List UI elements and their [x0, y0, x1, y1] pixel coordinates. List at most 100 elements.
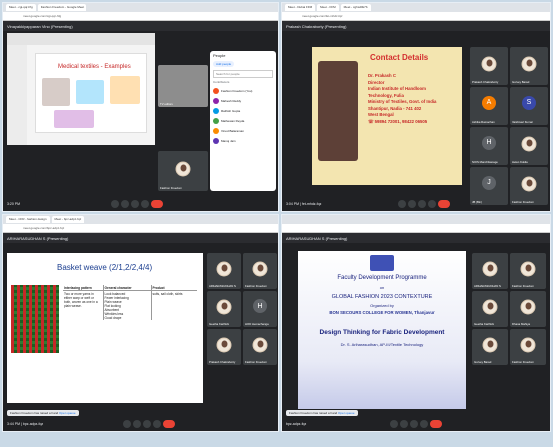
meeting-code: bpz-adpz-fqz [22, 422, 44, 426]
participant-tile[interactable]: Fashion Freedom [243, 329, 277, 365]
browser-tab[interactable]: Meet - bpz-adpz-fqz [51, 216, 85, 223]
present-button[interactable] [417, 200, 426, 208]
open-queue-link[interactable]: Open queue [338, 411, 355, 415]
address-bar[interactable]: meet.google.com/fet-mhdz-fqz [282, 12, 550, 21]
people-panel-title: People [213, 53, 226, 58]
avatar [213, 88, 219, 94]
people-list-item[interactable]: Rathish Gupta [210, 106, 276, 116]
camera-button[interactable] [121, 200, 130, 208]
participant-tile[interactable]: Fashion Freedom [510, 167, 548, 205]
people-list-item[interactable]: Mathewan Reyda [210, 116, 276, 126]
mic-button[interactable] [397, 200, 406, 208]
participant-tile[interactable]: A Ashika Ramachan [470, 87, 508, 125]
participant-avatar: J [482, 175, 496, 190]
browser-tab[interactable]: Meet - cgi-qqr-hfg [6, 4, 36, 11]
mic-button[interactable] [122, 420, 131, 428]
browser-tab[interactable]: Fashion Freedom - Google Meet [37, 4, 86, 11]
participant-name: Fashion Freedom [512, 200, 534, 204]
browser-tab[interactable]: Meet - cghsd0k7b [340, 4, 371, 11]
people-search-input[interactable]: Search for people [213, 70, 273, 78]
participant-tile[interactable]: H HOD Hemachanga [243, 291, 277, 327]
participant-name: ARIHARASUDHAN S [209, 284, 236, 288]
shared-slide: Faculty Development Programme on GLOBAL FA… [298, 251, 466, 409]
participant-photo [521, 136, 537, 152]
raise-hand-button[interactable] [152, 420, 161, 428]
camera-button[interactable] [407, 200, 416, 208]
participant-tile[interactable]: S Vaishnavi Kumar [510, 87, 548, 125]
shared-slide: Medical textiles - Examples [7, 33, 155, 145]
avatar [213, 108, 219, 114]
participant-tile[interactable]: Helen Kokila [510, 127, 548, 165]
meet-window-top-left: Meet - cgi-qqr-hfg Fashion Freedom - Goo… [2, 2, 279, 212]
raise-hand-button[interactable] [141, 200, 150, 208]
camera-button[interactable] [400, 420, 409, 428]
address-bar[interactable] [282, 224, 550, 233]
participant-tile[interactable]: Fashion Freedom [158, 151, 208, 191]
people-list-item[interactable]: Mahesh Reddy [210, 96, 276, 106]
mic-button[interactable] [390, 420, 399, 428]
clock: 3:04 PM [286, 202, 300, 206]
participant-tile[interactable]: Fashion Freedom [510, 253, 546, 289]
people-list-item[interactable]: Fashion Freedom (You) [210, 86, 276, 96]
participant-tile[interactable]: Fashion Freedom [510, 329, 546, 365]
participant-tile[interactable]: ARIHARASUDHAN S [472, 253, 508, 289]
avatar [213, 128, 219, 134]
participant-tile[interactable]: H NIOS Manchikanage [470, 127, 508, 165]
present-button[interactable] [131, 200, 140, 208]
slide-title: Medical textiles - Examples [58, 64, 131, 70]
presenter-bar: ARIHARASUDHAN S (Presenting) [282, 233, 550, 243]
participant-tile[interactable]: J JB (Bin) [470, 167, 508, 205]
banner-line: on [379, 285, 385, 290]
clock: 3:20 PM [7, 202, 21, 206]
meet-window-top-right: Meet - Dubai FFM Meet - FFM Meet - cghsd… [281, 2, 551, 212]
participant-tile[interactable]: Geetha Karthick [472, 291, 508, 327]
raise-hand-button[interactable] [420, 420, 429, 428]
presenter-bar: ARIHARASUDHAN S (Presenting) [3, 233, 278, 243]
participant-name: ARIHARASUDHAN S [474, 284, 501, 288]
weave-table: Interlacing pattern General character Pr… [63, 285, 197, 320]
participant-tile[interactable]: Dhana Mahiya [510, 291, 546, 327]
leave-call-button[interactable] [437, 200, 450, 208]
participant-name: Helen Kokila [512, 160, 528, 164]
participant-tile[interactable]: ARIHARASUDHAN S [207, 253, 241, 289]
address-bar[interactable]: meet.google.com/cgi-qqr-hfg [3, 12, 278, 21]
leave-call-button[interactable] [151, 200, 164, 208]
mic-button[interactable] [111, 200, 120, 208]
people-list-item[interactable]: Vinod Balaraman [210, 126, 276, 136]
participant-tile[interactable]: Gurvey Barad [472, 329, 508, 365]
meet-window-bottom-right: ARIHARASUDHAN S (Presenting) Faculty Dev… [281, 214, 551, 432]
leave-call-button[interactable] [162, 420, 175, 428]
toast-text: Fashion Freedom has raised a hand [289, 411, 338, 415]
raise-hand-button[interactable] [427, 200, 436, 208]
meet-window-bottom-left: Meet - CFR - fashion design Meet - bpz-a… [2, 214, 279, 432]
participant-tile[interactable]: Fashion Freedom [243, 253, 277, 289]
people-item-name: Fashion Freedom (You) [221, 89, 253, 93]
present-button[interactable] [142, 420, 151, 428]
leave-call-button[interactable] [430, 420, 443, 428]
participant-name: Vaishnavi Kumar [512, 120, 533, 124]
browser-tab[interactable]: Meet - Dubai FFM [285, 4, 316, 11]
participant-photo [521, 176, 537, 192]
participant-photo [520, 261, 536, 277]
participant-tile[interactable]: Gurvey Barad [510, 47, 548, 85]
participant-tile[interactable]: TV editors [158, 65, 208, 107]
camera-button[interactable] [132, 420, 141, 428]
browser-tab[interactable]: Meet - FFM [317, 4, 339, 11]
browser-tab[interactable]: Meet - CFR - fashion design [6, 216, 50, 223]
participant-tile[interactable]: Prakash Chakraborty [207, 329, 241, 365]
participant-tile[interactable]: Prakash Chakraborty [470, 47, 508, 85]
participant-photo [521, 56, 537, 72]
slide-canvas: Medical textiles - Examples [35, 53, 147, 133]
avatar [213, 138, 219, 144]
participant-photo [216, 299, 232, 315]
present-button[interactable] [410, 420, 419, 428]
slide-title: Contact Details [370, 53, 429, 62]
add-people-button[interactable]: Add people [213, 61, 235, 67]
participant-name: Gurvey Barad [474, 360, 492, 364]
open-queue-link[interactable]: Open queue [59, 411, 76, 415]
address-bar[interactable]: meet.google.com/bpz-adpz-fqz [3, 224, 278, 233]
presenter-label: ARIHARASUDHAN S (Presenting) [7, 235, 69, 241]
slide-title: Basket weave (2/1,2/2,4/4) [57, 263, 153, 272]
participant-tile[interactable]: Geetha Karthick [207, 291, 241, 327]
people-list-item[interactable]: Manoj Jain [210, 136, 276, 146]
